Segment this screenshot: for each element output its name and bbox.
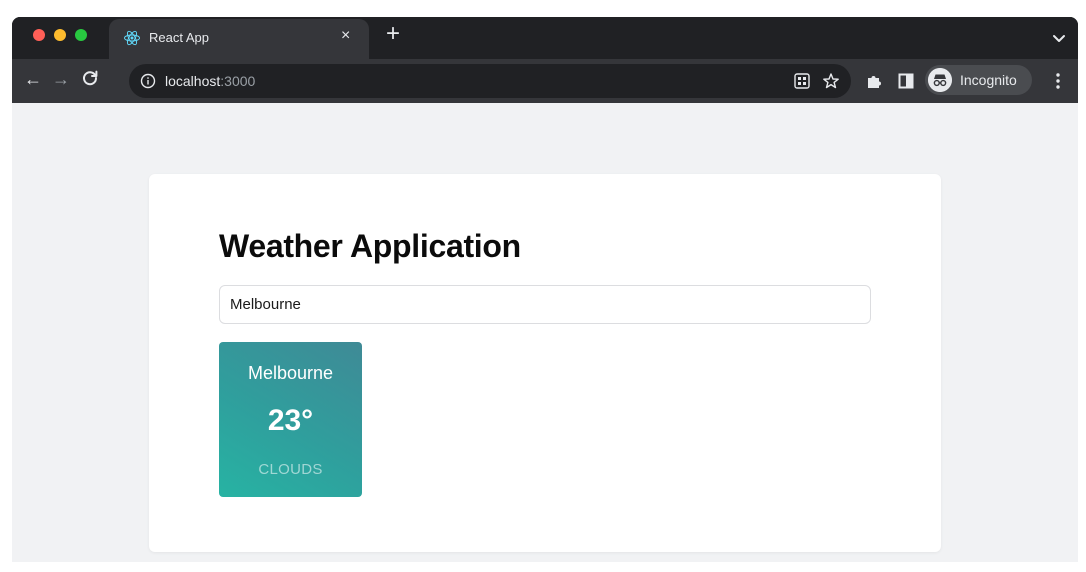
more-options-icon[interactable] — [1055, 72, 1061, 90]
city-search-input[interactable] — [219, 285, 871, 324]
incognito-icon — [928, 68, 952, 92]
tab-strip: React App × + — [12, 17, 1078, 59]
browser-toolbar: ← → localhost:3000 Incognito — [12, 59, 1078, 103]
close-window-button[interactable] — [33, 29, 45, 41]
page-viewport: Weather Application Melbourne 23° CLOUDS — [12, 103, 1078, 562]
back-button[interactable]: ← — [24, 70, 42, 88]
weather-city: Melbourne — [247, 363, 334, 383]
app-container: Weather Application Melbourne 23° CLOUDS — [149, 174, 941, 552]
side-panel-icon[interactable] — [897, 72, 915, 90]
address-bar[interactable]: localhost:3000 — [129, 64, 851, 98]
weather-condition: CLOUDS — [258, 461, 323, 478]
react-logo-icon — [124, 30, 140, 46]
new-tab-button[interactable]: + — [386, 22, 400, 46]
weather-card[interactable]: Melbourne 23° CLOUDS — [219, 342, 362, 497]
tab-title: React App — [149, 30, 209, 45]
reload-icon[interactable] — [81, 69, 99, 87]
incognito-label: Incognito — [960, 72, 1017, 88]
info-icon[interactable] — [140, 73, 156, 89]
page-title: Weather Application — [219, 228, 521, 264]
extensions-puzzle-icon[interactable] — [865, 72, 883, 90]
chevron-down-icon[interactable] — [1050, 29, 1068, 47]
url-host: localhost — [165, 73, 221, 89]
incognito-profile-button[interactable]: Incognito — [925, 65, 1032, 95]
maximize-window-button[interactable] — [75, 29, 87, 41]
bookmark-star-icon[interactable] — [822, 72, 840, 90]
browser-window: React App × + ← → localhost:3000 Incogni… — [12, 17, 1078, 562]
tab-close-icon[interactable]: × — [341, 27, 350, 45]
url-text[interactable]: localhost:3000 — [165, 73, 255, 89]
minimize-window-button[interactable] — [54, 29, 66, 41]
url-port: :3000 — [220, 73, 256, 89]
weather-temperature: 23° — [267, 404, 314, 437]
qr-code-icon[interactable] — [793, 72, 811, 90]
tab-react-app[interactable]: React App × — [109, 19, 369, 59]
forward-button[interactable]: → — [52, 70, 70, 88]
